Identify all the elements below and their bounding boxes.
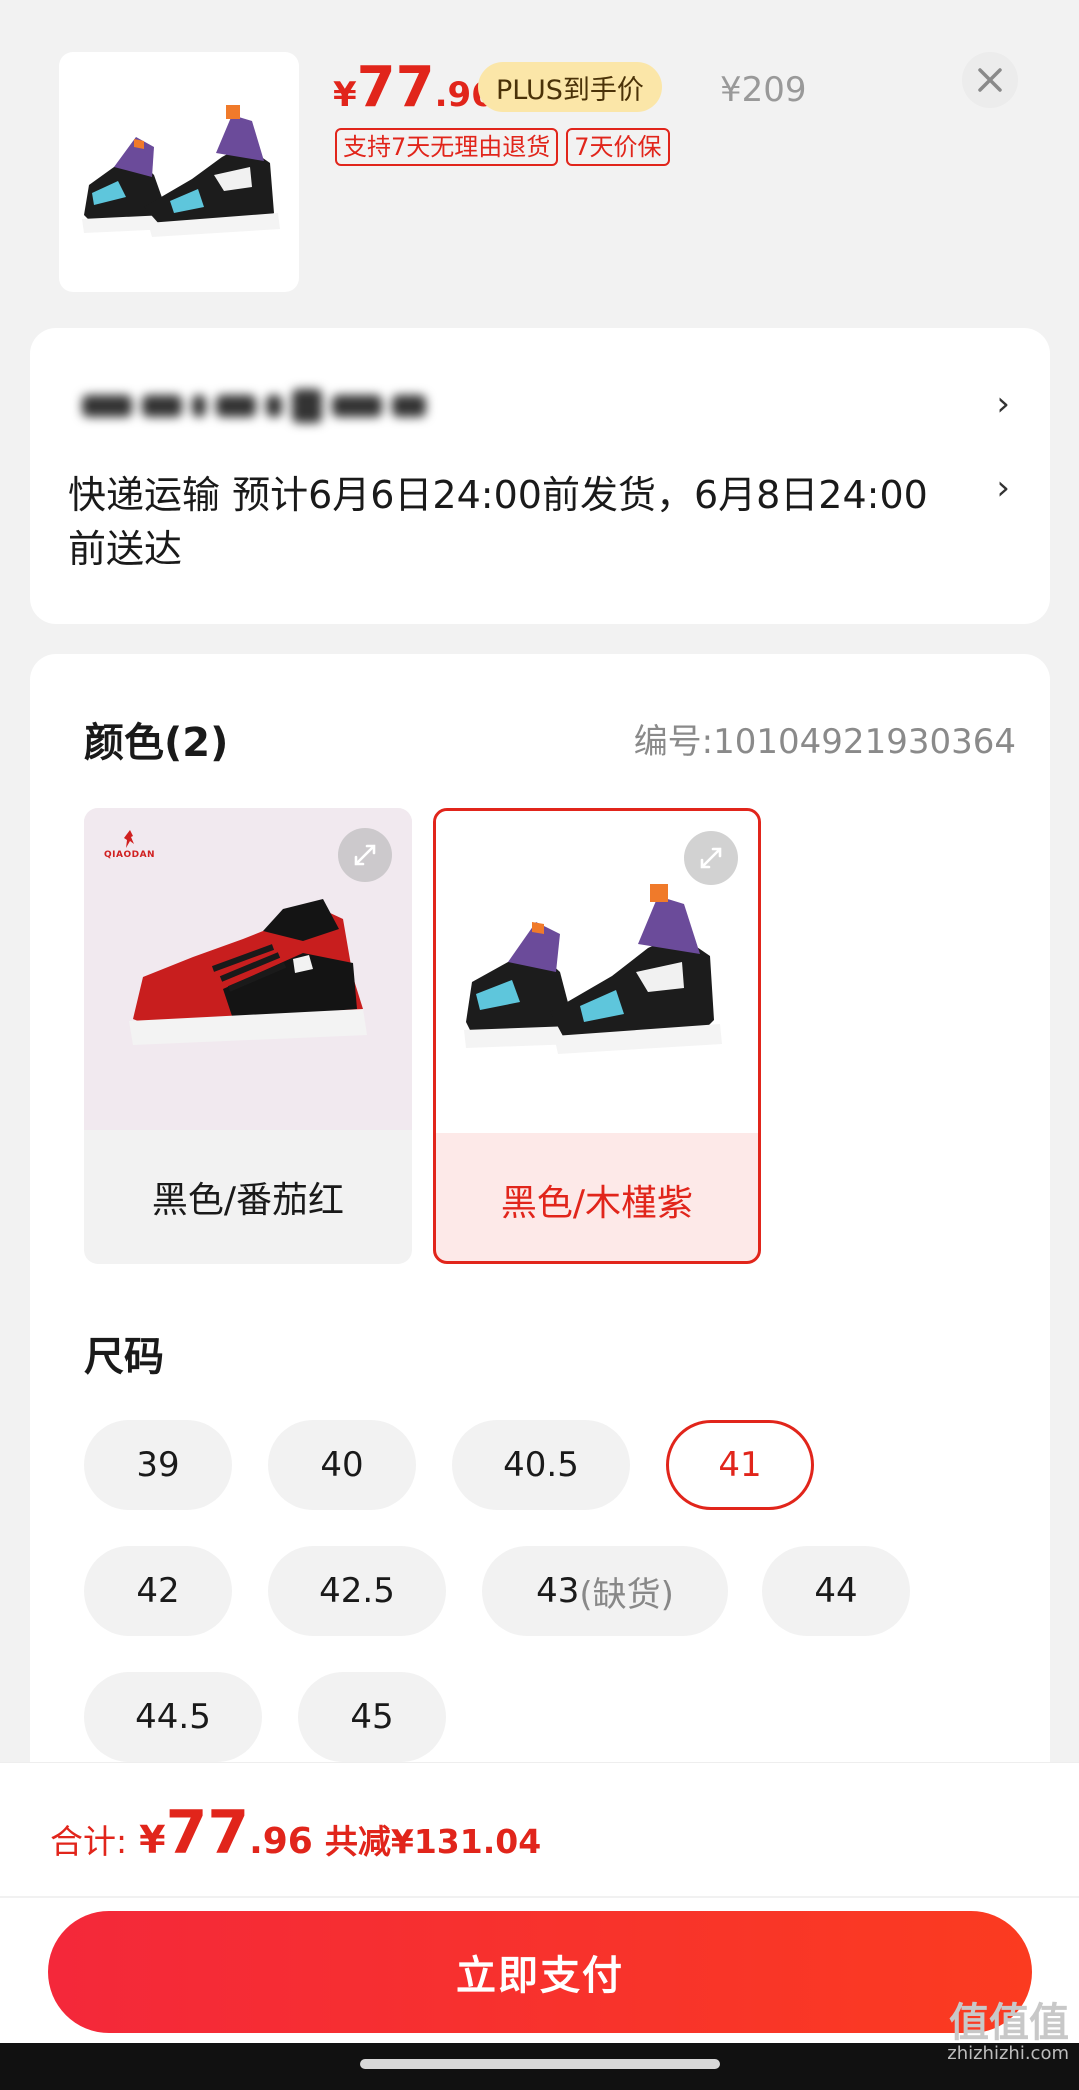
color-option-black-red[interactable]: QIAODAN 黑色/番茄红 (84, 808, 412, 1264)
total-integer: 77 (165, 1798, 250, 1868)
size-section-title: 尺码 (84, 1334, 164, 1380)
expand-image-icon[interactable] (684, 831, 738, 885)
size-option-42-5[interactable]: 42.5 (268, 1546, 446, 1636)
delivery-chevron-icon[interactable]: › (996, 468, 1010, 508)
plus-price-tag: PLUS到手价 (478, 62, 662, 112)
total-price: 合计: ¥ 77 .96 共减¥131.04 (50, 1803, 541, 1863)
return-policy-tag: 支持7天无理由退货 (335, 128, 559, 166)
size-option-41[interactable]: 41 (666, 1420, 814, 1510)
size-option-44[interactable]: 44 (762, 1546, 910, 1636)
close-icon (978, 68, 1002, 92)
system-nav-bar: 值值值 zhizhizhi.com (0, 2003, 1079, 2090)
address-row[interactable] (82, 386, 426, 426)
service-tags: 支持7天无理由退货 7天价保 (335, 128, 670, 166)
color-option-label: 黑色/番茄红 (151, 1180, 345, 1221)
divider (0, 1896, 1079, 1898)
price-protect-tag: 7天价保 (566, 128, 670, 166)
total-label: 合计: (50, 1822, 128, 1861)
address-chevron-icon[interactable]: › (996, 384, 1010, 424)
watermark: 值值值 zhizhizhi.com (947, 2003, 1069, 2065)
size-option-39[interactable]: 39 (84, 1420, 232, 1510)
price-integer: 77 (356, 55, 435, 120)
product-thumbnail (59, 52, 299, 292)
total-decimal: .96 (249, 1821, 313, 1862)
original-price: ¥209 (720, 70, 807, 110)
expand-image-icon[interactable] (338, 828, 392, 882)
size-option-44-5[interactable]: 44.5 (84, 1672, 262, 1762)
home-indicator[interactable] (360, 2059, 720, 2069)
size-option-40-5[interactable]: 40.5 (452, 1420, 630, 1510)
checkout-bar: 合计: ¥ 77 .96 共减¥131.04 立即支付 值值值 zhizhizh… (0, 1762, 1079, 2090)
total-saving: 共减¥131.04 (324, 1822, 542, 1861)
watermark-logo: 值值值 (949, 2000, 1069, 2046)
sku-selection-sheet: ¥ 77 .96 PLUS到手价 ¥209 支持7天无理由退货 7天价保 › 快… (0, 0, 1079, 2090)
total-symbol: ¥ (139, 1818, 166, 1862)
close-button[interactable] (962, 52, 1018, 108)
current-price: ¥ 77 .96 (333, 60, 495, 116)
size-option-45[interactable]: 45 (298, 1672, 446, 1762)
size-option-40[interactable]: 40 (268, 1420, 416, 1510)
sku-number: 编号:10104921930364 (633, 722, 1016, 762)
out-of-stock-label: (缺货) (579, 1574, 674, 1615)
size-label: 43 (536, 1571, 580, 1611)
delivery-estimate[interactable]: 快递运输 预计6月6日24:00前发货，6月8日24:00前送达 (68, 468, 928, 576)
spec-selection-card: 颜色(2) 编号:10104921930364 QIAODAN 黑色/番茄红 黑… (30, 654, 1050, 1774)
color-option-black-purple[interactable]: 黑色/木槿紫 (433, 808, 761, 1264)
price-symbol: ¥ (333, 75, 357, 115)
watermark-url: zhizhizhi.com (947, 2043, 1069, 2064)
product-header: ¥ 77 .96 PLUS到手价 ¥209 支持7天无理由退货 7天价保 (0, 0, 1079, 320)
size-option-42[interactable]: 42 (84, 1546, 232, 1636)
color-option-label: 黑色/木槿紫 (500, 1183, 694, 1224)
brand-logo: QIAODAN (104, 828, 155, 860)
shipping-card: › 快递运输 预计6月6日24:00前发货，6月8日24:00前送达 › (30, 328, 1050, 624)
color-section-title: 颜色(2) (84, 720, 229, 766)
pay-now-button[interactable]: 立即支付 (48, 1911, 1032, 2033)
size-option-43[interactable]: 43 (缺货) (482, 1546, 728, 1636)
